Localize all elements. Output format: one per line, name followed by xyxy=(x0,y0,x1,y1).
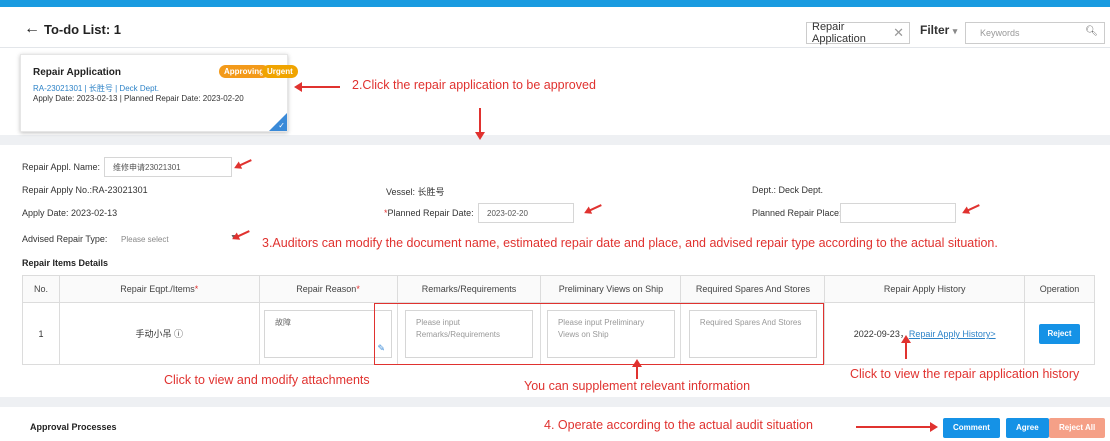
annotation-history: Click to view the repair application his… xyxy=(850,367,1080,381)
column-header: Operation xyxy=(1024,275,1095,303)
search-placeholder: Keywords xyxy=(980,28,1020,38)
row-number: 1 xyxy=(22,302,60,365)
search-input[interactable]: Keywords 🔍︎ xyxy=(965,22,1105,44)
filter-button[interactable]: Filter ▾ xyxy=(920,23,957,37)
filter-chip[interactable]: Repair Application ✕ xyxy=(806,21,910,45)
annotation-supplement: You can supplement relevant information xyxy=(524,379,751,393)
reason-value: 故障 xyxy=(275,317,292,327)
apply-no-label: Repair Apply No.:RA-23021301 xyxy=(22,185,148,195)
appl-name-value: 维修申请23021301 xyxy=(113,162,181,172)
planned-date-field[interactable]: 2023-02-20 xyxy=(478,203,574,223)
back-arrow-icon: ← xyxy=(24,20,40,37)
annotation-step3: 3.Auditors can modify the document name,… xyxy=(262,236,998,250)
annotation-arrow xyxy=(588,204,602,212)
advised-type-value: Please select xyxy=(121,234,169,244)
header: ← To-do List: 1 Repair Application ✕ Fil… xyxy=(0,7,1110,47)
reject-all-button[interactable]: Reject All xyxy=(1049,418,1106,438)
chevron-down-icon: ▾ xyxy=(952,26,958,36)
column-header: Repair Eqpt./Items* xyxy=(58,275,260,303)
filter-label: Filter xyxy=(920,23,950,37)
card-title: Repair Application xyxy=(33,67,121,78)
column-header: No. xyxy=(22,275,60,303)
annotation-highlight-box xyxy=(374,303,824,365)
operation-cell: Reject xyxy=(1024,302,1095,365)
appl-name-field[interactable]: 维修申请23021301 xyxy=(104,157,232,177)
page-title: To-do List: 1 xyxy=(44,21,122,37)
dept-label: Dept.: Deck Dept. xyxy=(752,185,824,195)
agree-button[interactable]: Agree xyxy=(1006,418,1049,438)
column-header: Repair Reason* xyxy=(258,275,398,303)
card-info-line: RA-23021301 | 长胜号 | Deck Dept. xyxy=(33,84,159,93)
planned-date-value: 2023-02-20 xyxy=(487,208,528,218)
top-accent-bar xyxy=(0,0,1110,7)
apply-date-label: Apply Date: 2023-02-13 xyxy=(22,208,118,218)
items-section-title: Repair Items Details xyxy=(22,258,109,268)
history-cell: 2022-09-23，Repair Apply History> xyxy=(824,302,1025,365)
annotation-arrow xyxy=(475,108,485,140)
planned-place-field[interactable] xyxy=(840,203,956,223)
planned-date-label: *Planned Repair Date: xyxy=(384,208,474,218)
column-header: Remarks/Requirements xyxy=(396,275,542,303)
repair-item: 手动小吊 ⓘ xyxy=(58,302,260,365)
approval-title: Approval Processes xyxy=(30,422,117,432)
filter-chip-label: Repair Application xyxy=(812,21,866,45)
annotation-arrow xyxy=(294,82,340,92)
table-header-row: No. Repair Eqpt./Items* Repair Reason* R… xyxy=(22,275,1095,303)
advised-type-select[interactable]: Please select ▼ xyxy=(112,229,242,249)
annotation-step4: 4. Operate according to the actual audit… xyxy=(544,418,813,432)
column-header: Repair Apply History xyxy=(824,275,1025,303)
close-icon[interactable]: ✕ xyxy=(893,25,904,41)
appl-name-label: Repair Appl. Name: xyxy=(22,162,101,172)
column-header: Required Spares And Stores xyxy=(680,275,826,303)
history-link[interactable]: Repair Apply History> xyxy=(909,329,996,339)
annotation-arrow xyxy=(238,159,252,167)
column-header: Preliminary Views on Ship xyxy=(540,275,682,303)
annotation-step2: 2.Click the repair application to be app… xyxy=(352,78,596,92)
reject-button[interactable]: Reject xyxy=(1039,323,1080,344)
annotation-arrow xyxy=(632,359,642,379)
repair-application-card[interactable]: Repair Application Approving Urgent RA-2… xyxy=(20,54,298,132)
card-date-line: Apply Date: 2023-02-13 | Planned Repair … xyxy=(33,94,244,103)
annotation-arrow xyxy=(901,335,911,359)
check-icon: ✓ xyxy=(278,121,285,130)
approval-processes: Approval Processes 4. Operate according … xyxy=(0,407,1110,441)
planned-place-label: Planned Repair Place: xyxy=(752,208,842,218)
comment-button[interactable]: Comment xyxy=(943,418,1000,438)
back-button[interactable]: ← To-do List: 1 xyxy=(24,20,121,38)
annotation-arrow xyxy=(856,422,938,432)
reason-textarea[interactable]: 故障 ✎ xyxy=(264,309,393,358)
search-icon[interactable]: 🔍︎ xyxy=(1085,26,1098,37)
application-form: Repair Appl. Name: 维修申请23021301 Repair A… xyxy=(0,145,1110,397)
advised-type-label: Advised Repair Type: xyxy=(22,234,108,244)
annotation-arrow xyxy=(966,204,980,212)
urgent-badge: Urgent xyxy=(262,65,298,78)
annotation-attachments: Click to view and modify attachments xyxy=(164,373,370,387)
todo-list: Repair Application Approving Urgent RA-2… xyxy=(0,47,1110,140)
vessel-label: Vessel: 长胜号 xyxy=(386,187,445,197)
